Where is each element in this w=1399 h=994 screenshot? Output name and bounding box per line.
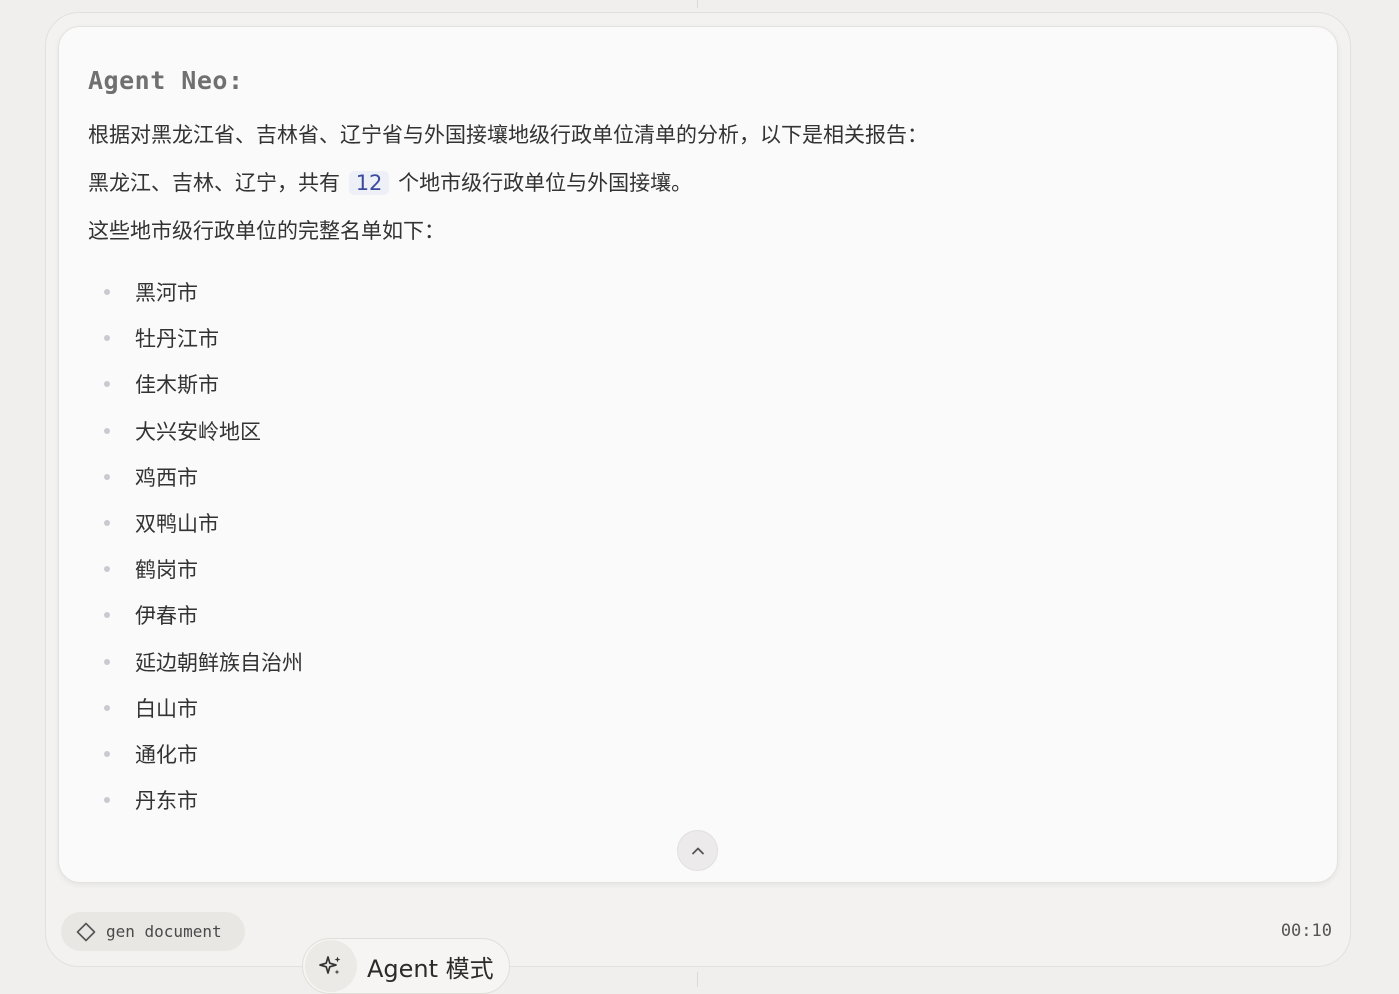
- elapsed-timer: 00:10: [1280, 921, 1332, 941]
- bullet-icon: [104, 335, 110, 342]
- chevron-up-icon: [691, 847, 704, 854]
- region-name: 牡丹江市: [135, 327, 219, 352]
- region-name: 大兴安岭地区: [135, 419, 261, 444]
- message-intro: 根据对黑龙江省、吉林省、辽宁省与外国接壤地级行政单位清单的分析，以下是相关报告：: [88, 123, 928, 147]
- diamond-icon: [76, 922, 96, 941]
- message-count-line: 黑龙江、吉林、辽宁，共有 12 个地市级行政单位与外国接壤。: [88, 167, 692, 197]
- count-suffix: 个地市级行政单位与外国接壤。: [398, 171, 693, 195]
- mode-icon-container: [305, 940, 357, 992]
- count-prefix: 黑龙江、吉林、辽宁，共有: [88, 171, 340, 195]
- agent-name: Agent Neo:: [88, 66, 244, 95]
- bullet-icon: [104, 519, 110, 526]
- region-name: 丹东市: [135, 789, 198, 814]
- bullet-icon: [104, 658, 110, 665]
- region-name: 伊春市: [135, 604, 198, 629]
- agent-mode-toggle[interactable]: Agent 模式: [302, 938, 510, 994]
- region-name: 延边朝鲜族自治州: [135, 650, 303, 675]
- bullet-icon: [104, 704, 110, 711]
- sparkle-icon: [319, 956, 341, 975]
- tool-chip-gen-document[interactable]: gen document: [61, 912, 245, 951]
- bullet-icon: [104, 427, 110, 434]
- list-item: 白山市: [104, 693, 303, 739]
- collapse-button[interactable]: [677, 830, 718, 871]
- list-item: 佳木斯市: [104, 369, 303, 415]
- bullet-icon: [104, 612, 110, 619]
- list-item: 丹东市: [104, 785, 303, 831]
- region-list: 黑河市 牡丹江市 佳木斯市 大兴安岭地区 鸡西市 双鸭山市 鹤岗市 伊春市 延边…: [104, 277, 303, 831]
- list-item: 通化市: [104, 739, 303, 785]
- list-item: 伊春市: [104, 600, 303, 646]
- bullet-icon: [104, 289, 110, 295]
- list-item: 鸡西市: [104, 462, 303, 508]
- region-name: 鹤岗市: [135, 558, 198, 583]
- list-item: 牡丹江市: [104, 323, 303, 369]
- list-item: 延边朝鲜族自治州: [104, 647, 303, 693]
- bullet-icon: [104, 566, 110, 573]
- list-item: 鹤岗市: [104, 554, 303, 600]
- count-value: 12: [348, 171, 390, 195]
- region-name: 黑河市: [135, 281, 198, 305]
- bullet-icon: [104, 473, 110, 480]
- bottom-divider: [697, 972, 698, 987]
- region-name: 佳木斯市: [135, 373, 219, 398]
- list-item: 大兴安岭地区: [104, 416, 303, 462]
- bullet-icon: [104, 750, 110, 757]
- region-name: 通化市: [135, 742, 198, 767]
- list-intro: 这些地市级行政单位的完整名单如下：: [88, 219, 445, 243]
- region-name: 鸡西市: [135, 465, 198, 490]
- tool-chip-label: gen document: [106, 922, 222, 941]
- list-item: 黑河市: [104, 277, 303, 323]
- list-item: 双鸭山市: [104, 508, 303, 554]
- bullet-icon: [104, 797, 110, 804]
- mode-label: Agent 模式: [367, 954, 494, 983]
- region-name: 双鸭山市: [135, 511, 219, 536]
- region-name: 白山市: [135, 696, 198, 721]
- bullet-icon: [104, 381, 110, 388]
- top-divider: [697, 0, 698, 8]
